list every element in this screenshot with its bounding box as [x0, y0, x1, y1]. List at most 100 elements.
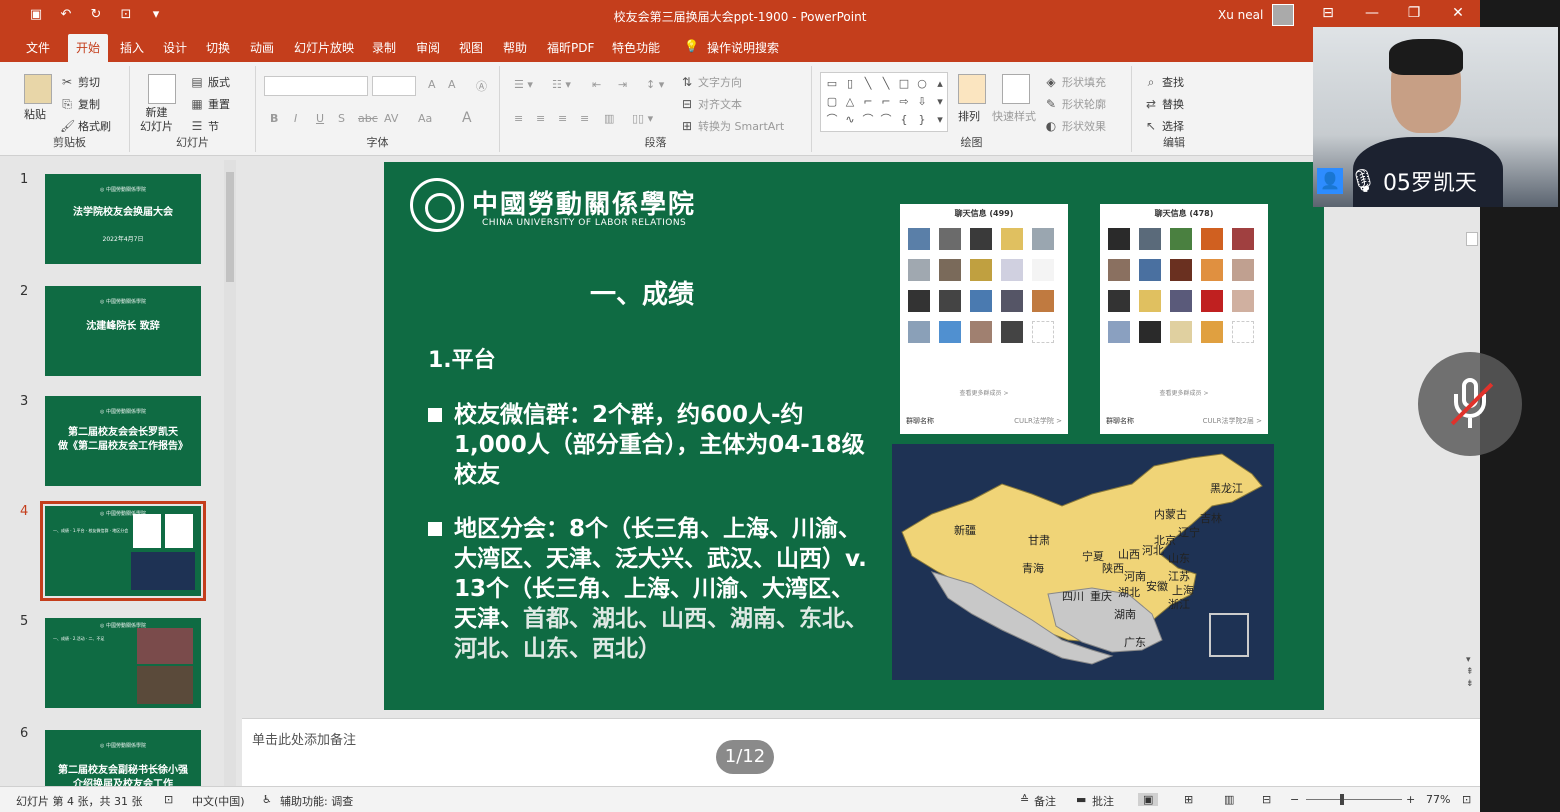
oval-shape-icon[interactable]: ○	[914, 76, 930, 92]
curve-icon[interactable]: ∿	[842, 112, 858, 128]
line2-shape-icon[interactable]: ╲	[878, 76, 894, 92]
bullets-icon[interactable]: ☰ ▾	[514, 78, 533, 91]
distribute-icon[interactable]: ▥	[604, 112, 614, 125]
slide-thumbnail-6[interactable]: ◎ 中國勞動關係學院 第二届校友会副秘书长徐小强 介绍换届及校友会工作	[45, 730, 201, 786]
reset-button[interactable]: ▦ 重置	[190, 96, 230, 112]
accessibility-status[interactable]: 辅助功能: 调查	[280, 793, 353, 809]
grow-font-icon[interactable]: A	[428, 78, 436, 91]
arrange-button[interactable]: 排列	[958, 108, 980, 124]
shadow-button[interactable]: S	[338, 112, 345, 125]
shape-outline-button[interactable]: ✎ 形状轮廓	[1044, 96, 1106, 112]
tab-slideshow[interactable]: 幻灯片放映	[294, 39, 354, 56]
tab-animations[interactable]: 动画	[250, 39, 274, 56]
rounded-rect-icon[interactable]: ▢	[824, 94, 840, 110]
slideshow-icon[interactable]: ⊟	[1262, 793, 1271, 806]
comments-toggle[interactable]: 批注	[1092, 793, 1114, 809]
replace-button[interactable]: ⇄ 替换	[1144, 96, 1184, 112]
tab-transitions[interactable]: 切换	[206, 39, 230, 56]
gallery-more-icon[interactable]: ▾	[932, 112, 948, 128]
textbox-shape-icon[interactable]: ▭	[824, 76, 840, 92]
zoom-slider-thumb[interactable]	[1340, 794, 1344, 805]
zoom-out-icon[interactable]: −	[1290, 793, 1299, 806]
brace-left-icon[interactable]: {	[896, 112, 912, 128]
thumbnail-scrollbar[interactable]	[224, 160, 236, 786]
format-painter-button[interactable]: 🖌 格式刷	[60, 118, 111, 134]
brace-right-icon[interactable]: }	[914, 112, 930, 128]
text-direction-button[interactable]: ⇅ 文字方向	[680, 74, 742, 90]
find-button[interactable]: ⌕ 查找	[1144, 74, 1184, 90]
clear-format-icon[interactable]: Ⓐ	[476, 78, 487, 94]
font-color-button[interactable]: A	[462, 110, 472, 126]
normal-view-icon[interactable]: ▣	[1138, 793, 1159, 806]
quick-styles-icon[interactable]	[1002, 74, 1030, 104]
char-spacing-button[interactable]: AV	[384, 112, 398, 125]
rect-shape-icon[interactable]: □	[896, 76, 912, 92]
cut-button[interactable]: ✂ 剪切	[60, 74, 100, 90]
slide-nav-arrows[interactable]: ▾ ⇞ ⇟	[1466, 654, 1474, 690]
new-slide-icon[interactable]	[148, 74, 176, 104]
shape-effects-button[interactable]: ◐ 形状效果	[1044, 118, 1106, 134]
shrink-font-icon[interactable]: A	[448, 78, 456, 91]
arc-icon[interactable]: ⌒	[860, 112, 876, 128]
slide-sorter-icon[interactable]: ⊞	[1184, 793, 1193, 806]
increase-indent-icon[interactable]: ⇥	[618, 78, 627, 91]
bold-button[interactable]: B	[270, 112, 278, 125]
fit-slide-icon[interactable]: ⊡	[1462, 793, 1471, 806]
arrow-right-shape-icon[interactable]: ⇨	[896, 94, 912, 110]
scroll-down-icon[interactable]: ▾	[932, 94, 948, 110]
copy-button[interactable]: ⎘ 复制	[60, 96, 100, 112]
ribbon-display-icon[interactable]: ⊟	[1318, 5, 1338, 21]
arrow-down-shape-icon[interactable]: ⇩	[914, 94, 930, 110]
smartart-button[interactable]: ⊞ 转换为 SmartArt	[680, 118, 784, 134]
align-left-icon[interactable]: ≡	[514, 112, 523, 125]
numbering-icon[interactable]: ☷ ▾	[552, 78, 571, 91]
vtextbox-shape-icon[interactable]: ▯	[842, 76, 858, 92]
section-button[interactable]: ☰ 节	[190, 118, 219, 134]
tab-record[interactable]: 录制	[372, 39, 396, 56]
tab-design[interactable]: 设计	[163, 39, 187, 56]
close-icon[interactable]: ✕	[1448, 5, 1468, 21]
language-status[interactable]: 中文(中国)	[192, 793, 245, 809]
zoom-level[interactable]: 77%	[1426, 793, 1450, 806]
shape-fill-button[interactable]: ◈ 形状填充	[1044, 74, 1106, 90]
notes-toggle[interactable]: 备注	[1034, 793, 1056, 809]
italic-button[interactable]: I	[294, 112, 297, 125]
elbow2-icon[interactable]: ⌐	[878, 94, 894, 110]
columns-icon[interactable]: ▯▯ ▾	[632, 112, 653, 125]
select-button[interactable]: ↖ 选择	[1144, 118, 1184, 134]
tell-me-search[interactable]: 操作说明搜索	[707, 39, 779, 56]
slide-thumbnail-5[interactable]: ◎ 中國勞動關係學院 一、成绩 · 2.活动 · 二、不足	[45, 618, 201, 708]
strikethrough-button[interactable]: abc	[358, 112, 378, 125]
current-slide[interactable]: 中國勞動關係學院 CHINA UNIVERSITY OF LABOR RELAT…	[384, 162, 1324, 710]
line-shape-icon[interactable]: ╲	[860, 76, 876, 92]
justify-icon[interactable]: ≡	[580, 112, 589, 125]
minimize-icon[interactable]: —	[1362, 5, 1382, 21]
align-text-button[interactable]: ⊟ 对齐文本	[680, 96, 742, 112]
freeform-icon[interactable]: ⌒	[824, 112, 840, 128]
arc2-icon[interactable]: ⌒	[878, 112, 894, 128]
slide-thumbnail-1[interactable]: ◎ 中國勞動關係學院 法学院校友会换届大会 2022年4月7日	[45, 174, 201, 264]
tab-review[interactable]: 审阅	[416, 39, 440, 56]
slide-thumbnail-3[interactable]: ◎ 中國勞動關係學院 第二届校友会会长罗凯天 做《第二届校友会工作报告》	[45, 396, 201, 486]
decrease-indent-icon[interactable]: ⇤	[592, 78, 601, 91]
scroll-up-icon[interactable]: ▴	[932, 76, 948, 92]
quick-styles-button[interactable]: 快速样式	[992, 108, 1036, 124]
tab-view[interactable]: 视图	[459, 39, 483, 56]
zoom-slider[interactable]	[1306, 799, 1402, 800]
scrollbar-thumb[interactable]	[226, 172, 234, 282]
lightbulb-icon[interactable]: 💡	[684, 39, 699, 53]
triangle-icon[interactable]: △	[842, 94, 858, 110]
reading-view-icon[interactable]: ▥	[1224, 793, 1234, 806]
tab-insert[interactable]: 插入	[120, 39, 144, 56]
elbow-icon[interactable]: ⌐	[860, 94, 876, 110]
align-right-icon[interactable]: ≡	[558, 112, 567, 125]
new-slide-button[interactable]: 新建 幻灯片	[140, 106, 173, 134]
spellcheck-icon[interactable]: ⊡	[164, 793, 173, 806]
layout-button[interactable]: ▤ 版式	[190, 74, 230, 90]
shapes-gallery[interactable]: ▭ ▯ ╲ ╲ □ ○ ▴ ▢ △ ⌐ ⌐ ⇨ ⇩ ▾ ⌒ ∿ ⌒ ⌒{} ▾	[820, 72, 948, 132]
tab-foxit-pdf[interactable]: 福昕PDF	[547, 39, 594, 56]
change-case-button[interactable]: Aa	[418, 112, 432, 125]
mute-button[interactable]	[1418, 352, 1522, 456]
line-spacing-icon[interactable]: ↕ ▾	[646, 78, 664, 91]
zoom-in-icon[interactable]: +	[1406, 793, 1415, 806]
